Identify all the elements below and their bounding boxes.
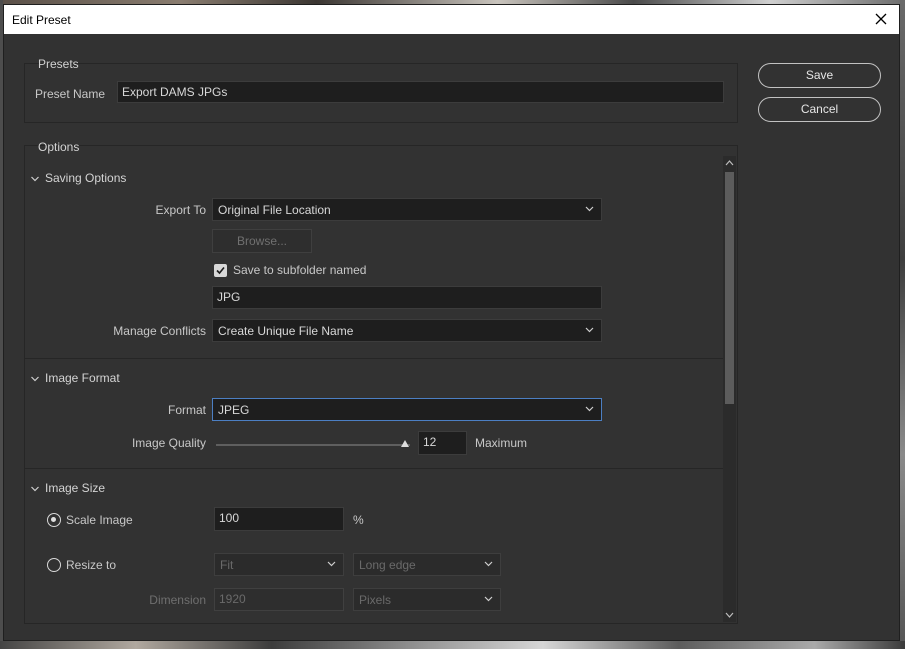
export-to-select[interactable]: Original File Location bbox=[212, 198, 602, 221]
presets-group-label: Presets bbox=[38, 57, 79, 71]
image-size-header[interactable]: Image Size bbox=[30, 481, 105, 495]
save-button[interactable]: Save bbox=[758, 63, 881, 88]
dimension-label: Dimension bbox=[149, 593, 206, 607]
chevron-down-icon bbox=[585, 206, 594, 212]
image-quality-input[interactable]: 12 bbox=[418, 431, 467, 455]
export-to-value: Original File Location bbox=[218, 203, 331, 217]
scrollbar-thumb[interactable] bbox=[725, 172, 734, 404]
scale-unit-label: % bbox=[353, 513, 364, 527]
chevron-down-icon bbox=[31, 486, 39, 492]
subfolder-checkbox[interactable] bbox=[214, 264, 227, 277]
dialog-title: Edit Preset bbox=[12, 13, 71, 27]
chevron-down-icon bbox=[484, 596, 493, 602]
image-quality-label: Image Quality bbox=[131, 436, 206, 450]
image-format-title: Image Format bbox=[45, 371, 120, 385]
export-to-label: Export To bbox=[155, 203, 206, 217]
scale-image-input[interactable]: 100 bbox=[214, 507, 344, 531]
dimension-input[interactable]: 1920 bbox=[214, 588, 344, 611]
saving-options-title: Saving Options bbox=[45, 171, 127, 185]
saving-options-header[interactable]: Saving Options bbox=[30, 171, 126, 185]
chevron-down-icon bbox=[327, 561, 336, 567]
image-quality-slider-thumb[interactable] bbox=[401, 440, 409, 447]
chevron-down-icon bbox=[31, 376, 39, 382]
options-scrollbar[interactable] bbox=[723, 156, 736, 622]
close-icon bbox=[875, 13, 887, 25]
preset-name-input[interactable]: Export DAMS JPGs bbox=[117, 81, 724, 103]
edit-preset-dialog: Edit Preset Presets Preset Name Export D… bbox=[3, 4, 900, 641]
format-select[interactable]: JPEG bbox=[212, 398, 602, 421]
cancel-button[interactable]: Cancel bbox=[758, 97, 881, 122]
chevron-down-icon bbox=[585, 406, 594, 412]
scroll-down-arrow-icon[interactable] bbox=[724, 610, 735, 620]
manage-conflicts-label: Manage Conflicts bbox=[113, 324, 206, 338]
chevron-down-icon bbox=[585, 327, 594, 333]
scale-image-label: Scale Image bbox=[66, 513, 133, 527]
resize-edge-select[interactable]: Long edge bbox=[353, 553, 501, 576]
resize-mode-value: Fit bbox=[220, 558, 234, 572]
resize-to-radio[interactable] bbox=[47, 558, 61, 572]
manage-conflicts-select[interactable]: Create Unique File Name bbox=[212, 319, 602, 342]
dimension-unit-value: Pixels bbox=[359, 593, 392, 607]
resize-edge-value: Long edge bbox=[359, 558, 416, 572]
options-group-label: Options bbox=[38, 140, 80, 154]
image-format-header[interactable]: Image Format bbox=[30, 371, 120, 385]
background-photo-right bbox=[900, 0, 905, 649]
image-quality-descriptor: Maximum bbox=[475, 436, 528, 450]
chevron-down-icon bbox=[31, 176, 39, 182]
checkmark-icon bbox=[216, 266, 225, 275]
section-divider bbox=[25, 358, 723, 359]
dialog-titlebar: Edit Preset bbox=[4, 5, 899, 34]
background-photo-bottom bbox=[0, 641, 905, 649]
dimension-unit-select[interactable]: Pixels bbox=[353, 588, 501, 611]
image-quality-slider-track[interactable] bbox=[216, 444, 410, 446]
subfolder-name-input[interactable]: JPG bbox=[212, 286, 602, 309]
resize-to-label: Resize to bbox=[66, 558, 117, 572]
scroll-up-arrow-icon[interactable] bbox=[724, 158, 735, 168]
format-value: JPEG bbox=[218, 403, 250, 417]
subfolder-checkbox-label: Save to subfolder named bbox=[233, 263, 367, 277]
section-divider bbox=[25, 468, 723, 469]
manage-conflicts-value: Create Unique File Name bbox=[218, 324, 354, 338]
format-label: Format bbox=[167, 403, 206, 417]
resize-mode-select[interactable]: Fit bbox=[214, 553, 344, 576]
scale-image-radio[interactable] bbox=[47, 513, 61, 527]
close-button[interactable] bbox=[871, 9, 891, 29]
image-size-title: Image Size bbox=[45, 481, 106, 495]
preset-name-label: Preset Name bbox=[35, 87, 106, 101]
chevron-down-icon bbox=[484, 561, 493, 567]
browse-button[interactable]: Browse... bbox=[212, 229, 312, 253]
